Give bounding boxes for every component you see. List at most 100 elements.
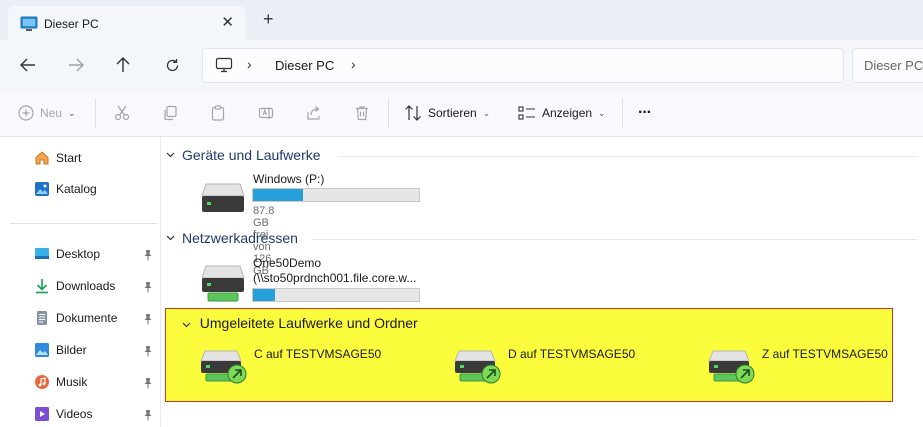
delete-button[interactable] [354, 90, 370, 136]
divider [388, 98, 389, 128]
pin-icon[interactable] [143, 249, 153, 264]
drive-name: D auf TESTVMSAGE50 [508, 347, 636, 361]
trash-icon [356, 106, 368, 121]
videos-icon [35, 407, 49, 421]
share-icon [307, 106, 320, 120]
sidebar-item-desktop[interactable]: Desktop [34, 244, 100, 264]
arrow-up-icon [116, 57, 130, 72]
refresh-button[interactable] [160, 54, 184, 76]
sidebar-item-videos[interactable]: Videos [34, 404, 92, 424]
new-button[interactable]: Neu ⌄ [18, 90, 76, 136]
desktop-icon [35, 248, 49, 259]
chevron-down-icon [166, 233, 175, 244]
section-divider [312, 239, 918, 240]
breadcrumb-separator[interactable]: › [247, 56, 252, 72]
pin-icon[interactable] [143, 281, 153, 296]
sidebar-item-label: Dokumente [56, 311, 118, 325]
redirected-drive-d[interactable]: D auf TESTVMSAGE50 [454, 345, 654, 389]
navigation-bar: › Dieser PC › Dieser PC [0, 40, 923, 90]
copy-button[interactable] [162, 90, 178, 136]
drive-usage-bar [252, 188, 420, 202]
sort-button-label: Sortieren [428, 106, 477, 120]
drive-name: C auf TESTVMSAGE50 [254, 347, 382, 361]
drive-usage-fill [253, 189, 303, 201]
chevron-down-icon: ⌄ [68, 107, 76, 118]
pin-icon[interactable] [143, 345, 153, 360]
home-icon [35, 151, 49, 165]
pin-icon[interactable] [143, 377, 153, 392]
section-header-network[interactable]: Netzwerkadressen [166, 230, 298, 246]
chevron-down-icon: ⌄ [598, 107, 606, 118]
section-title: Netzwerkadressen [182, 230, 298, 246]
up-button[interactable] [111, 54, 135, 76]
pictures-icon [35, 343, 49, 357]
sort-button[interactable]: Sortieren ⌄ [404, 90, 490, 136]
forward-button[interactable] [64, 54, 88, 76]
sidebar-item-start[interactable]: Start [34, 148, 81, 168]
sidebar-item-label: Start [56, 151, 82, 165]
chevron-down-icon [166, 150, 175, 161]
view-button[interactable]: Anzeigen ⌄ [518, 90, 606, 136]
drive-usage-bar [252, 288, 420, 302]
network-drive-icon [201, 265, 245, 302]
back-button[interactable] [16, 54, 40, 76]
section-divider [338, 156, 918, 157]
view-button-label: Anzeigen [542, 106, 593, 120]
new-tab-button[interactable]: + [263, 9, 274, 30]
sidebar-item-label: Katalog [56, 182, 97, 196]
section-title: Umgeleitete Laufwerke und Ordner [199, 315, 418, 331]
sidebar-item-label: Downloads [56, 279, 116, 293]
sidebar-item-downloads[interactable]: Downloads [34, 276, 115, 296]
pin-icon[interactable] [143, 409, 153, 424]
sidebar-divider [10, 223, 157, 224]
tab-this-pc[interactable]: Dieser PC ✕ [8, 6, 246, 40]
gallery-icon [35, 182, 49, 196]
clipboard-icon [211, 105, 225, 121]
redirected-drive-z[interactable]: Z auf TESTVMSAGE50 [708, 345, 888, 389]
chevron-down-icon [182, 320, 194, 331]
drive-name: Z auf TESTVMSAGE50 [762, 347, 888, 361]
monitor-icon [20, 16, 38, 35]
close-tab-icon[interactable]: ✕ [221, 13, 234, 31]
cut-button[interactable] [114, 90, 130, 136]
arrow-left-icon [20, 58, 35, 72]
section-header-devices[interactable]: Geräte und Laufwerke [166, 147, 321, 163]
sidebar-item-label: Bilder [56, 343, 87, 357]
pane-divider[interactable] [160, 137, 161, 427]
redirected-drive-icon [454, 350, 501, 384]
drive-name: One50Demo [253, 256, 322, 270]
section-header-redirected[interactable]: Umgeleitete Laufwerke und Ordner [182, 315, 418, 331]
section-title: Geräte und Laufwerke [182, 147, 321, 163]
navigation-pane: Start Katalog Desktop Downloads Dokument… [0, 137, 160, 427]
more-options-button[interactable]: ··· [638, 90, 652, 136]
scissors-icon [114, 105, 130, 121]
sidebar-item-musik[interactable]: Musik [34, 372, 87, 392]
paste-button[interactable] [210, 90, 226, 136]
redirected-drive-c[interactable]: C auf TESTVMSAGE50 [200, 345, 400, 389]
share-button[interactable] [306, 90, 322, 136]
pin-icon[interactable] [143, 313, 153, 328]
divider [95, 98, 96, 128]
drive-name: Windows (P:) [253, 172, 325, 186]
plus-circle-icon [18, 105, 34, 121]
address-bar[interactable]: › Dieser PC › [202, 48, 844, 83]
drive-usage-fill [253, 289, 275, 301]
arrow-right-icon [69, 58, 84, 72]
redirected-drives-highlight: Umgeleitete Laufwerke und Ordner C auf T… [165, 308, 893, 402]
sidebar-item-bilder[interactable]: Bilder [34, 340, 87, 360]
search-box[interactable]: Dieser PC [852, 48, 923, 83]
sidebar-item-katalog[interactable]: Katalog [34, 179, 97, 199]
breadcrumb-separator[interactable]: › [351, 56, 356, 72]
sidebar-item-label: Videos [56, 407, 93, 421]
view-list-icon [518, 106, 535, 120]
command-bar: Neu ⌄ Sortieren ⌄ Anzeigen ⌄ ··· [0, 90, 923, 137]
tab-strip: Dieser PC ✕ + [0, 0, 923, 40]
new-button-label: Neu [40, 106, 63, 120]
search-input[interactable]: Dieser PC [864, 58, 923, 73]
sidebar-item-dokumente[interactable]: Dokumente [34, 308, 117, 328]
chevron-down-icon: ⌄ [482, 107, 491, 118]
computer-icon [215, 57, 233, 76]
rename-button[interactable] [258, 90, 274, 136]
breadcrumb-this-pc[interactable]: Dieser PC [275, 58, 334, 73]
rename-icon [258, 107, 274, 119]
